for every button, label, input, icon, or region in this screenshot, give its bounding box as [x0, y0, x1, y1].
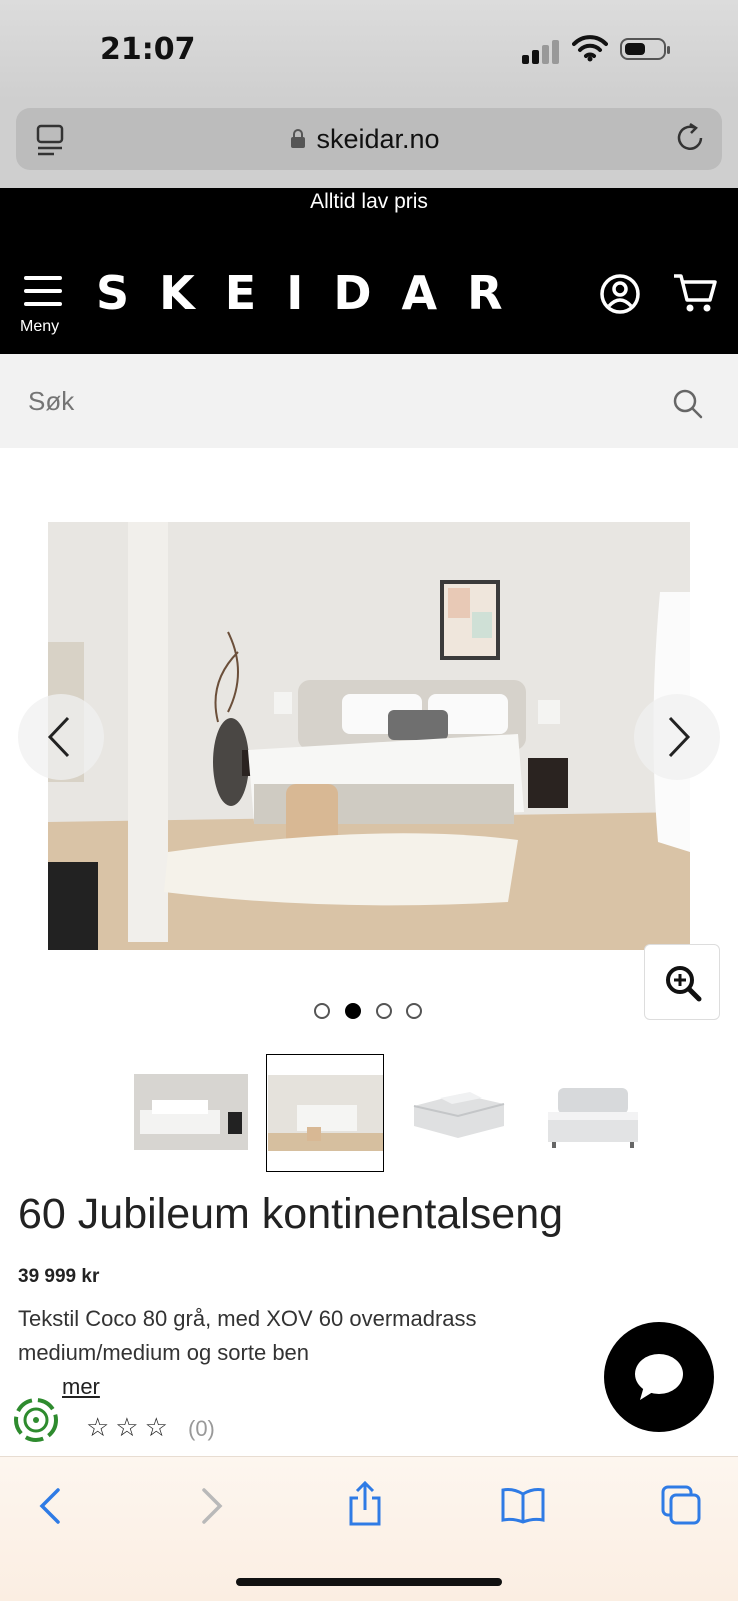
- rating-count[interactable]: (0): [188, 1416, 215, 1442]
- battery-icon: [620, 38, 670, 60]
- promo-banner[interactable]: Alltid lav pris: [0, 190, 738, 214]
- thumbnail[interactable]: [132, 1054, 250, 1172]
- thumbnail-image: [268, 1075, 383, 1151]
- chevron-right-icon: [668, 716, 691, 758]
- thumbnail-selected[interactable]: [266, 1054, 384, 1172]
- search-icon[interactable]: [672, 388, 704, 420]
- previous-image-button[interactable]: [18, 694, 104, 780]
- thumbnail[interactable]: [534, 1054, 652, 1172]
- hamburger-menu-icon[interactable]: [24, 276, 62, 306]
- carousel-dot[interactable]: [376, 1003, 392, 1019]
- chat-button[interactable]: [604, 1322, 714, 1432]
- back-icon[interactable]: [36, 1486, 66, 1526]
- menu-label[interactable]: Meny: [20, 318, 59, 336]
- forward-icon[interactable]: [196, 1486, 226, 1526]
- account-icon[interactable]: [600, 274, 640, 314]
- thumbnail-image: [548, 1088, 638, 1148]
- thumbnail-image: [134, 1074, 248, 1150]
- home-indicator: [236, 1578, 502, 1586]
- product-description: Tekstil Coco 80 grå, med XOV 60 overmadr…: [18, 1306, 477, 1365]
- next-image-button[interactable]: [634, 694, 720, 780]
- read-more-link[interactable]: mer: [62, 1374, 100, 1400]
- chevron-left-icon: [47, 716, 70, 758]
- reload-icon[interactable]: [676, 122, 706, 154]
- bookmarks-icon[interactable]: [500, 1486, 546, 1524]
- url-text[interactable]: skeidar.no: [0, 124, 738, 155]
- bedroom-photo: [48, 522, 690, 950]
- chat-bubble-icon: [635, 1354, 683, 1400]
- product-title: 60 Jubileum kontinentalseng: [18, 1190, 564, 1238]
- thumbnail-image: [413, 1092, 505, 1138]
- product-image[interactable]: [48, 522, 690, 950]
- site-logo[interactable]: SKEIDAR: [96, 266, 533, 320]
- search-input[interactable]: [28, 386, 628, 417]
- thumbnail[interactable]: [400, 1054, 518, 1172]
- carousel-dot[interactable]: [314, 1003, 330, 1019]
- eco-badge-icon[interactable]: [12, 1396, 60, 1444]
- product-price: 39 999 kr: [18, 1266, 100, 1287]
- carousel-dot-active[interactable]: [345, 1003, 361, 1019]
- rating-stars[interactable]: ☆☆☆: [86, 1412, 174, 1443]
- tabs-icon[interactable]: [660, 1484, 702, 1526]
- carousel-dot[interactable]: [406, 1003, 422, 1019]
- zoom-button[interactable]: [644, 944, 720, 1020]
- zoom-in-icon: [666, 966, 702, 1002]
- share-icon[interactable]: [346, 1480, 384, 1528]
- cart-icon[interactable]: [672, 272, 718, 314]
- wifi-icon: [572, 35, 608, 62]
- cellular-signal-icon: [522, 38, 562, 64]
- status-time: 21:07: [100, 32, 196, 67]
